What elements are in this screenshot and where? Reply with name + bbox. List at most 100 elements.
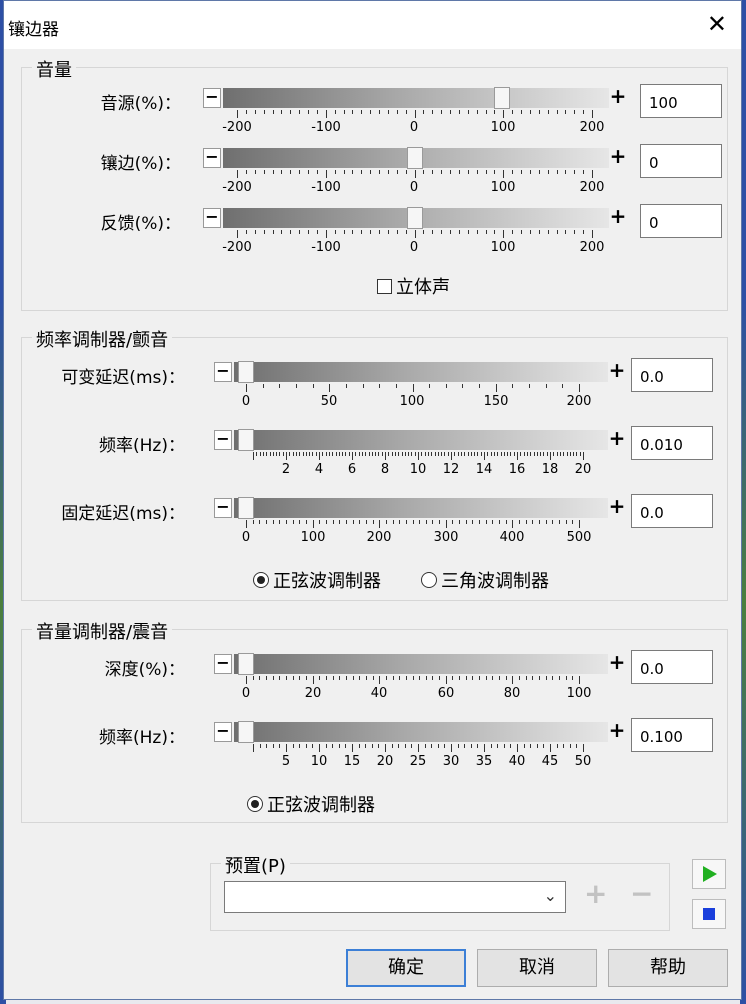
scale-tick: [256, 452, 258, 456]
depth-slider[interactable]: − +: [214, 652, 627, 675]
scale-label: 50: [320, 394, 338, 409]
fixed-delay-thumb[interactable]: [238, 497, 254, 519]
scale-tick: [312, 452, 314, 456]
scale-tick: [545, 676, 547, 680]
scale-tick: [286, 744, 287, 752]
flange-increase-button[interactable]: +: [609, 146, 627, 168]
scale-tick: [479, 384, 481, 388]
source-increase-button[interactable]: +: [609, 86, 627, 108]
fixed-delay-decrease-button[interactable]: −: [214, 498, 232, 518]
chevron-down-icon[interactable]: ⌄: [544, 886, 557, 905]
scale-tick: [592, 170, 593, 178]
scale-tick: [556, 452, 558, 456]
am-frequency-decrease-button[interactable]: −: [214, 722, 232, 742]
scale-tick: [424, 744, 426, 748]
cancel-button[interactable]: 取消: [477, 949, 597, 987]
scale-tick: [338, 744, 340, 748]
feedback-value-field[interactable]: 0: [640, 204, 722, 238]
fm-frequency-value-field[interactable]: 0.010: [631, 426, 713, 460]
scale-label: 400: [499, 530, 525, 545]
scale-tick: [358, 452, 360, 456]
scale-tick: [432, 520, 434, 524]
feedback-increase-button[interactable]: +: [609, 206, 627, 228]
scale-tick: [569, 452, 571, 456]
flange-value-field[interactable]: 0: [640, 144, 722, 178]
fm-frequency-increase-button[interactable]: +: [608, 428, 626, 450]
scale-tick: [517, 452, 518, 460]
help-button[interactable]: 帮助: [608, 949, 728, 987]
source-thumb[interactable]: [494, 87, 510, 109]
depth-value-field[interactable]: 0.0: [631, 650, 713, 684]
scale-tick: [388, 452, 390, 456]
variable-delay-thumb[interactable]: [238, 361, 254, 383]
close-icon[interactable]: ✕: [707, 11, 727, 37]
volume-group-label: 音量: [32, 56, 76, 82]
depth-increase-button[interactable]: +: [608, 652, 626, 674]
remove-preset-button[interactable]: −: [630, 877, 653, 910]
fixed-delay-slider[interactable]: − +: [214, 496, 627, 519]
scale-label: 45: [541, 754, 559, 769]
feedback-decrease-button[interactable]: −: [203, 208, 221, 228]
fixed-delay-value-field[interactable]: 0.0: [631, 494, 713, 528]
feedback-thumb[interactable]: [407, 207, 423, 229]
scale-tick: [520, 452, 522, 456]
scale-tick: [262, 384, 264, 388]
fm-sine-radio-dot[interactable]: [253, 572, 269, 588]
fm-frequency-decrease-button[interactable]: −: [214, 430, 232, 450]
variable-delay-value-field[interactable]: 0.0: [631, 358, 713, 392]
source-value-field[interactable]: 100: [640, 84, 722, 118]
flange-thumb[interactable]: [407, 147, 423, 169]
scale-tick: [279, 676, 281, 680]
preset-dropdown[interactable]: ⌄: [224, 881, 566, 913]
variable-delay-decrease-button[interactable]: −: [214, 362, 232, 382]
play-button[interactable]: [692, 859, 726, 889]
stereo-checkbox-box[interactable]: [377, 278, 392, 294]
variable-delay-slider[interactable]: − +: [214, 360, 627, 383]
scale-tick: [467, 110, 469, 114]
fm-frequency-thumb[interactable]: [238, 429, 254, 451]
fixed-delay-increase-button[interactable]: +: [608, 496, 626, 518]
scale-label: 100: [566, 686, 592, 701]
source-decrease-button[interactable]: −: [203, 88, 221, 108]
fm-frequency-slider[interactable]: − +: [214, 428, 627, 451]
amplitude-modulator-group-label: 音量调制器/震音: [32, 618, 173, 644]
scale-tick: [458, 110, 460, 114]
fm-triangle-radio[interactable]: 三角波调制器: [421, 567, 549, 593]
scale-tick: [539, 676, 541, 680]
stereo-checkbox[interactable]: 立体声: [377, 273, 450, 299]
scale-tick: [292, 744, 294, 748]
scale-tick: [576, 744, 578, 748]
flange-slider[interactable]: − +: [203, 146, 628, 169]
am-frequency-increase-button[interactable]: +: [608, 720, 626, 742]
fm-triangle-radio-dot[interactable]: [421, 572, 437, 588]
variable-delay-label: 可变延迟(ms)：: [61, 368, 185, 388]
am-sine-radio-dot[interactable]: [247, 796, 263, 812]
am-frequency-value-field[interactable]: 0.100: [631, 718, 713, 752]
scale-label: 0: [241, 394, 251, 409]
scale-tick: [485, 520, 487, 524]
am-frequency-thumb[interactable]: [238, 721, 254, 743]
fm-sine-radio[interactable]: 正弦波调制器: [253, 567, 381, 593]
scale-tick: [559, 520, 561, 524]
stop-button[interactable]: [692, 899, 726, 929]
am-sine-radio[interactable]: 正弦波调制器: [247, 791, 375, 817]
depth-decrease-button[interactable]: −: [214, 654, 232, 674]
feedback-slider[interactable]: − +: [203, 206, 628, 229]
ok-button[interactable]: 确定: [346, 949, 466, 987]
flange-decrease-button[interactable]: −: [203, 148, 221, 168]
scale-tick: [404, 744, 406, 748]
scale-tick: [378, 744, 380, 748]
source-slider[interactable]: − +: [203, 86, 628, 109]
scale-tick: [583, 230, 585, 234]
scale-tick: [411, 744, 413, 748]
scale-tick: [266, 452, 268, 456]
scale-tick: [476, 230, 478, 234]
add-preset-button[interactable]: +: [584, 877, 607, 910]
variable-delay-increase-button[interactable]: +: [608, 360, 626, 382]
scale-tick: [437, 452, 439, 456]
scale-tick: [545, 384, 547, 388]
scale-tick: [385, 520, 387, 524]
am-frequency-slider[interactable]: − +: [214, 720, 627, 743]
scale-label: 5: [281, 754, 291, 769]
depth-thumb[interactable]: [238, 653, 254, 675]
